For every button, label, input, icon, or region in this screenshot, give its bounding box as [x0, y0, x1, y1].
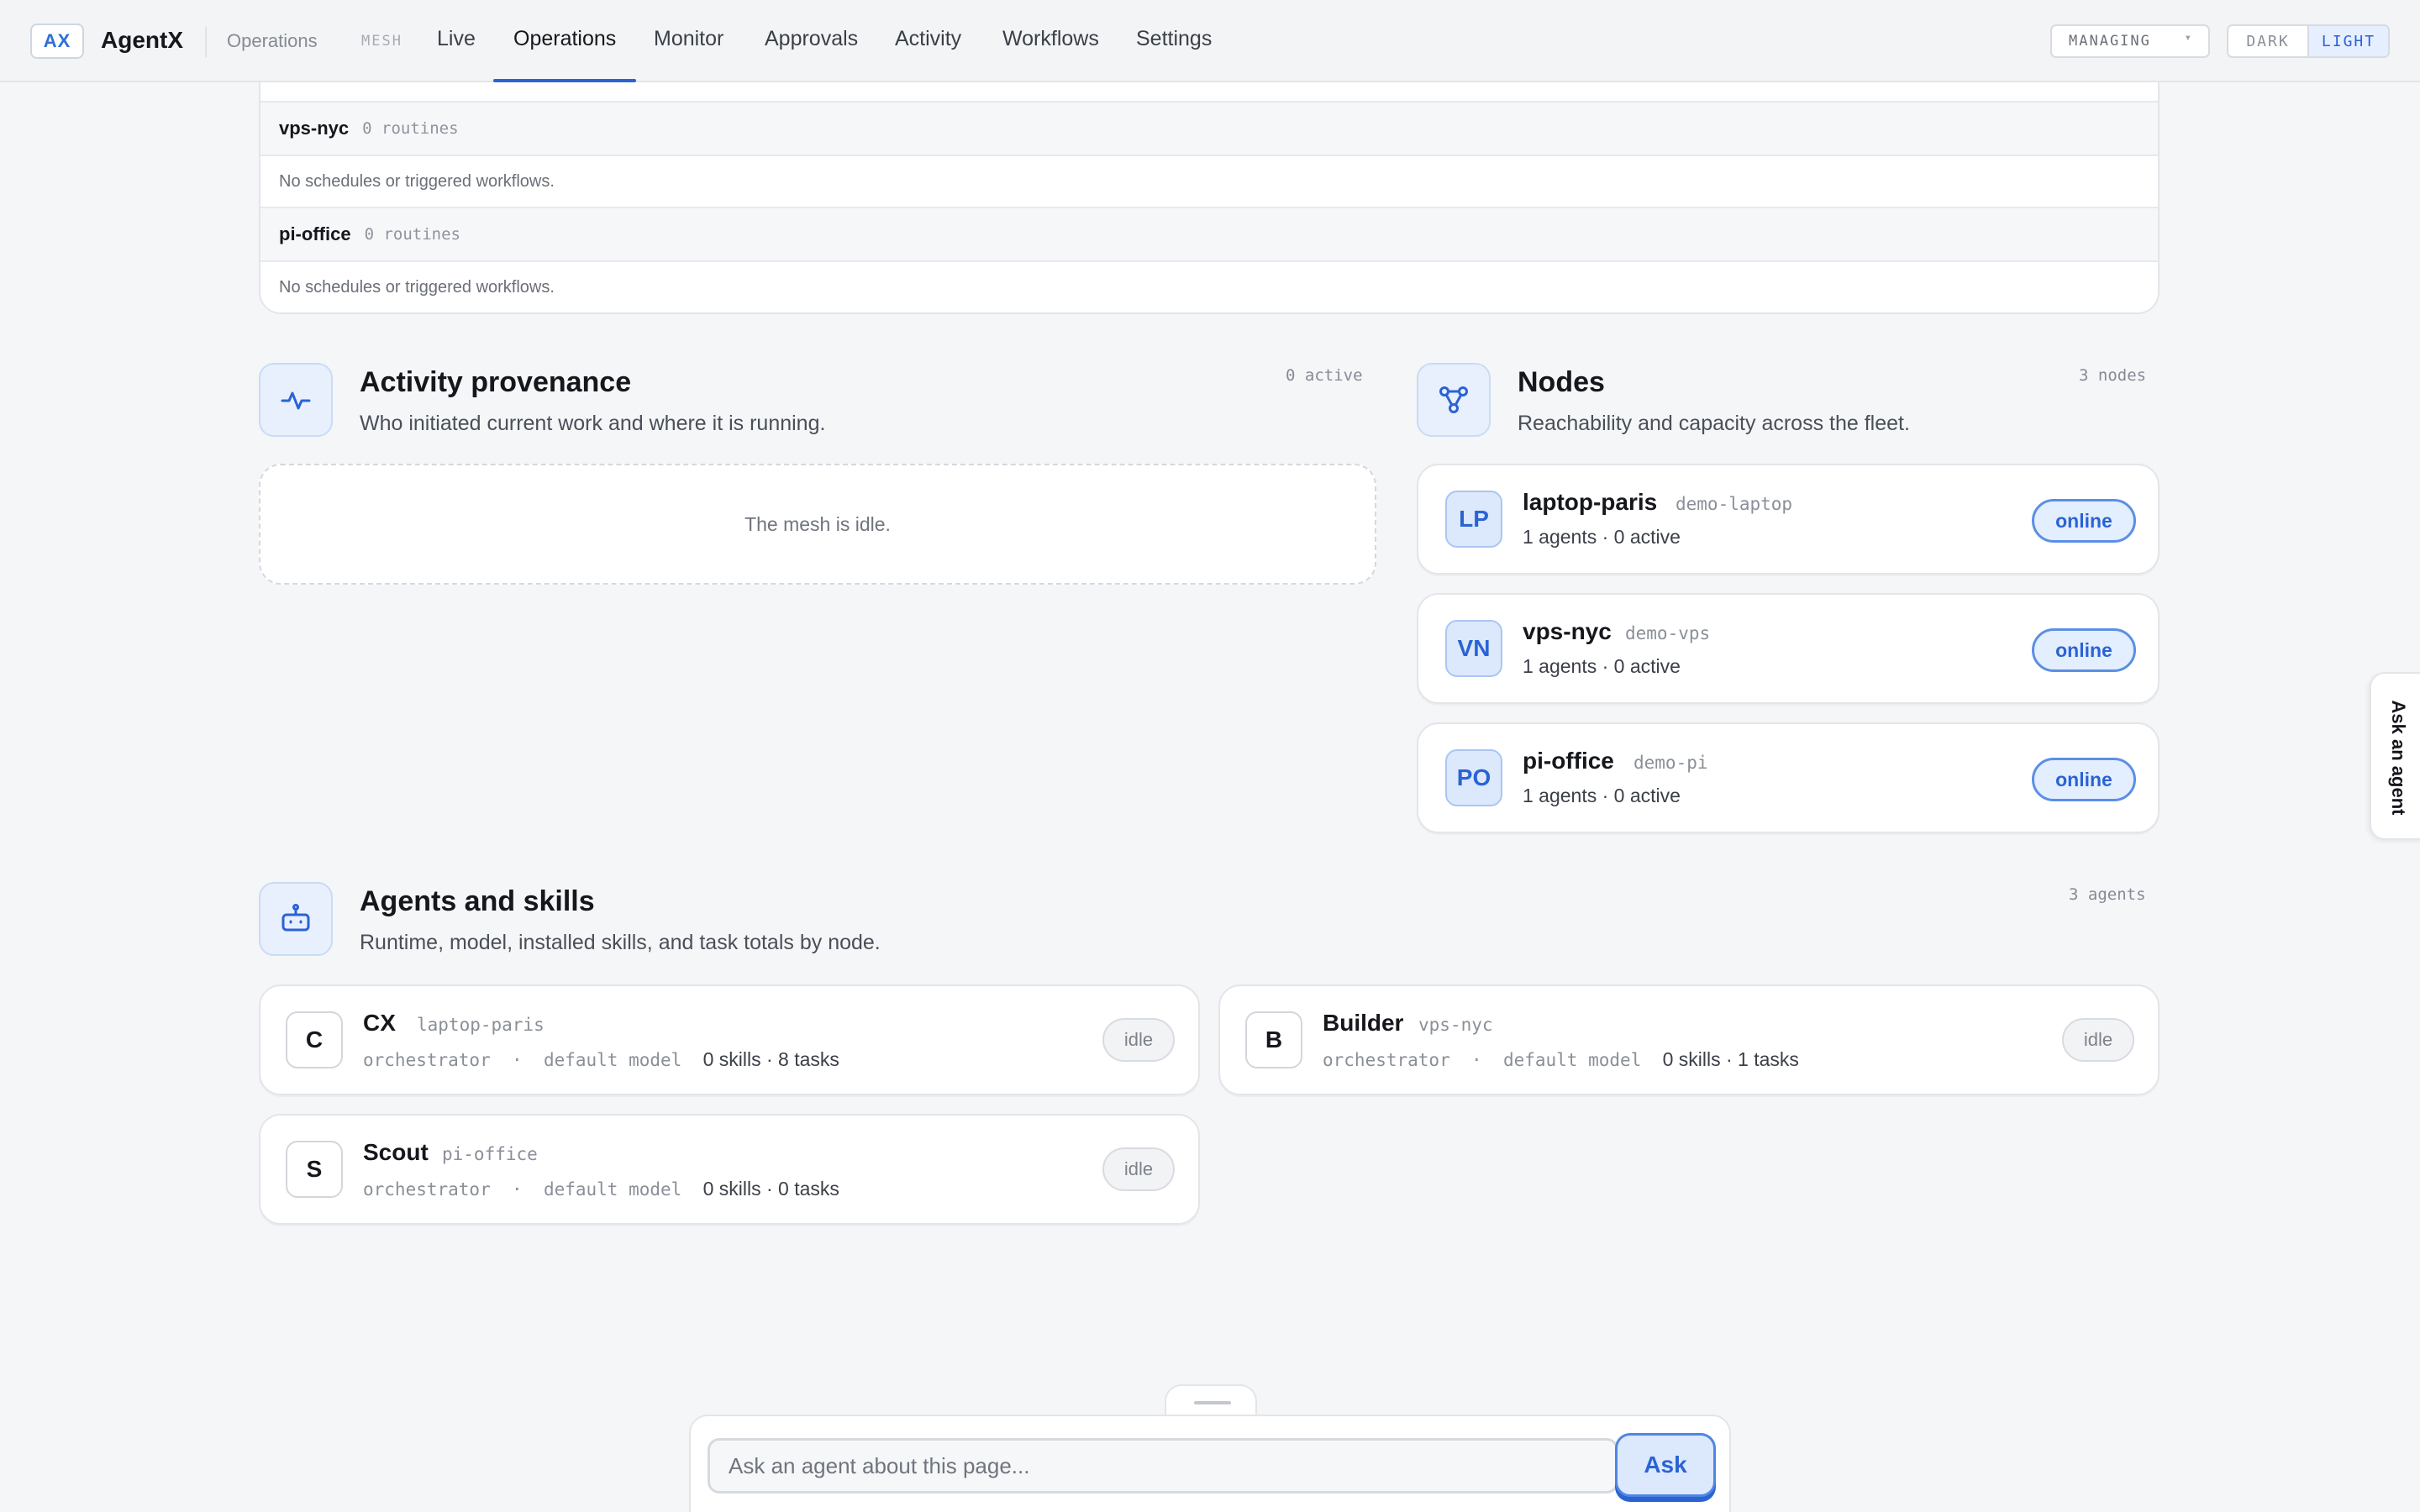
network-nodes-icon: [1417, 363, 1491, 437]
agent-model: default model: [543, 1050, 682, 1070]
agents-title: Agents and skills: [360, 885, 595, 917]
routines-table: vps-nyc 0 routines No schedules or trigg…: [259, 42, 2160, 314]
dock-drag-handle[interactable]: [1165, 1384, 1257, 1418]
routine-group-header: pi-office 0 routines: [260, 207, 2158, 260]
node-meta: 1 agents · 0 active: [1523, 526, 1681, 548]
agent-runtime: orchestrator: [1323, 1050, 1450, 1070]
agent-card[interactable]: C CX laptop-paris orchestrator · default…: [259, 984, 1200, 1095]
ask-button[interactable]: Ask: [1615, 1433, 1716, 1497]
ask-agent-side-tab[interactable]: Ask an agent: [2370, 672, 2420, 840]
status-badge: online: [2032, 499, 2136, 543]
status-badge: online: [2032, 628, 2136, 672]
routine-node-name: pi-office: [279, 223, 351, 244]
agents-count: 3 agents: [2069, 885, 2146, 904]
managing-label: MANAGING: [2069, 33, 2151, 50]
agent-avatar: S: [286, 1141, 343, 1198]
header-divider: [205, 27, 207, 57]
tab-monitor[interactable]: Monitor: [654, 27, 723, 82]
agent-model: default model: [543, 1179, 682, 1200]
node-host: demo-vps: [1625, 623, 1711, 643]
breadcrumb: Operations: [227, 30, 318, 51]
agent-runtime: orchestrator: [363, 1050, 491, 1070]
managing-dropdown[interactable]: MANAGING ▾: [2050, 24, 2210, 58]
node-card[interactable]: LP laptop-paris demo-laptop 1 agents · 0…: [1417, 464, 2160, 575]
top-bar: AX AgentX Operations MESH Live Operation…: [0, 0, 2420, 82]
nodes-subtitle: Reachability and capacity across the fle…: [1518, 412, 1910, 435]
agent-avatar: B: [1245, 1011, 1302, 1068]
agent-name: Scout: [363, 1139, 429, 1165]
activity-empty-state: The mesh is idle.: [259, 464, 1376, 585]
node-meta: 1 agents · 0 active: [1523, 655, 1681, 677]
node-card[interactable]: PO pi-office demo-pi 1 agents · 0 active…: [1417, 722, 2160, 833]
app-name: AgentX: [101, 27, 183, 53]
tab-approvals[interactable]: Approvals: [765, 27, 858, 82]
theme-light-option[interactable]: LIGHT: [2307, 26, 2388, 56]
routine-empty-row: No schedules or triggered workflows.: [260, 260, 2158, 312]
agent-meta: orchestrator · default model 0 skills · …: [363, 1048, 839, 1070]
node-avatar: LP: [1445, 491, 1502, 548]
status-badge: idle: [1102, 1018, 1175, 1062]
agent-meta: orchestrator · default model 0 skills · …: [1323, 1048, 1799, 1070]
agent-meta: orchestrator · default model 0 skills · …: [363, 1178, 839, 1200]
tab-settings[interactable]: Settings: [1136, 27, 1212, 82]
robot-icon: [259, 882, 333, 956]
nodes-title: Nodes: [1518, 366, 1605, 398]
status-badge: online: [2032, 758, 2136, 801]
ask-agent-side-tab-label: Ask an agent: [2388, 700, 2409, 816]
agent-totals: 0 skills · 1 tasks: [1662, 1048, 1799, 1070]
activity-subtitle: Who initiated current work and where it …: [360, 412, 826, 435]
chevron-down-icon: ▾: [2184, 31, 2193, 45]
routine-group-header: vps-nyc 0 routines: [260, 101, 2158, 155]
agent-name: CX: [363, 1010, 396, 1036]
agent-avatar: C: [286, 1011, 343, 1068]
agent-totals: 0 skills · 8 tasks: [702, 1048, 839, 1070]
ask-input[interactable]: [708, 1438, 1618, 1494]
agent-runtime: orchestrator: [363, 1179, 491, 1200]
tab-workflows[interactable]: Workflows: [1002, 27, 1099, 82]
node-host: demo-pi: [1634, 753, 1708, 773]
activity-title: Activity provenance: [360, 366, 632, 398]
agent-node: vps-nyc: [1418, 1015, 1493, 1035]
status-badge: idle: [2062, 1018, 2134, 1062]
routine-count: 0 routines: [362, 119, 459, 138]
ask-dock: Ask: [689, 1415, 1731, 1512]
theme-toggle[interactable]: DARK LIGHT: [2227, 24, 2390, 58]
theme-dark-option[interactable]: DARK: [2228, 26, 2307, 56]
node-card[interactable]: VN vps-nyc demo-vps 1 agents · 0 active …: [1417, 593, 2160, 704]
node-avatar: VN: [1445, 620, 1502, 677]
node-name: vps-nyc: [1523, 618, 1612, 644]
tab-activity[interactable]: Activity: [895, 27, 961, 82]
activity-pulse-icon: [259, 363, 333, 437]
agent-name: Builder: [1323, 1010, 1404, 1036]
agent-model: default model: [1502, 1050, 1642, 1070]
agent-card[interactable]: S Scout pi-office orchestrator · default…: [259, 1114, 1200, 1225]
node-meta: 1 agents · 0 active: [1523, 785, 1681, 806]
tab-live[interactable]: Live: [437, 27, 476, 82]
routine-node-name: vps-nyc: [279, 118, 350, 139]
agent-node: laptop-paris: [417, 1015, 544, 1035]
activity-count: 0 active: [1286, 366, 1363, 385]
node-host: demo-laptop: [1676, 494, 1793, 514]
tab-operations[interactable]: Operations: [492, 27, 637, 82]
agents-subtitle: Runtime, model, installed skills, and ta…: [360, 931, 881, 954]
node-avatar: PO: [1445, 749, 1502, 806]
node-name: laptop-paris: [1523, 489, 1658, 515]
agent-totals: 0 skills · 0 tasks: [702, 1178, 839, 1200]
nodes-count: 3 nodes: [2079, 366, 2147, 385]
agent-node: pi-office: [442, 1144, 538, 1164]
mesh-label: MESH: [361, 33, 402, 50]
routine-count: 0 routines: [364, 225, 460, 244]
app-logo[interactable]: AX: [30, 24, 84, 59]
agent-card[interactable]: B Builder vps-nyc orchestrator · default…: [1218, 984, 2160, 1095]
routine-empty-row: No schedules or triggered workflows.: [260, 155, 2158, 207]
node-name: pi-office: [1523, 748, 1614, 774]
status-badge: idle: [1102, 1147, 1175, 1191]
